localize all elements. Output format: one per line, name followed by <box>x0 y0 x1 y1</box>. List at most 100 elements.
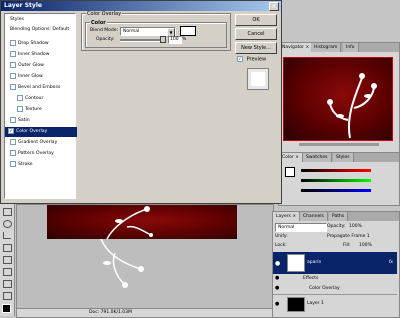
dialog-title-bar[interactable]: Layer Style × <box>1 1 281 11</box>
color-subgroup: Color Blend Mode: Normal ▼ Opacity: 100 … <box>85 20 227 48</box>
doc-size-text: Doc: 791.0K/1.03M <box>89 310 132 315</box>
checkbox[interactable] <box>17 94 23 101</box>
checkbox[interactable] <box>10 61 16 68</box>
eraser-tool-icon[interactable] <box>3 268 12 276</box>
fill-label: Fill: <box>343 243 351 248</box>
layer-opacity-label: Opacity: <box>327 224 346 229</box>
sidebar-item-stroke[interactable]: Stroke <box>7 160 76 170</box>
preview-checkbox[interactable]: ✓ Preview <box>237 56 277 64</box>
navigator-zoom-slider[interactable] <box>299 143 379 146</box>
blue-slider[interactable] <box>301 189 371 192</box>
type-tool-icon[interactable] <box>3 280 12 288</box>
section-title: Color Overlay <box>86 11 123 17</box>
checkbox[interactable] <box>10 83 16 90</box>
tab-styles[interactable]: Styles <box>333 153 354 162</box>
opacity-value: 100 <box>170 37 179 42</box>
layer-opacity-value[interactable]: 100% <box>349 224 362 229</box>
checkbox[interactable] <box>10 39 16 46</box>
close-icon[interactable]: × <box>269 2 279 11</box>
layer-row-effects[interactable]: ● Effects <box>273 274 397 284</box>
layer-row-aparin[interactable]: ● aparin fx <box>273 252 397 274</box>
tab-navigator[interactable]: Navigator × <box>279 43 314 52</box>
visibility-eye-icon[interactable]: ● <box>275 285 279 291</box>
sidebar-item-styles[interactable]: Styles <box>7 15 76 25</box>
visibility-eye-icon[interactable]: ● <box>275 301 279 307</box>
red-slider[interactable] <box>301 169 371 172</box>
tab-layers[interactable]: Layers × <box>273 212 301 221</box>
layer-row-layer1[interactable]: ● Layer 1 <box>273 294 397 313</box>
styles-sidebar: Styles Blending Options: Default Drop Sh… <box>4 13 77 199</box>
color-panel: Color × Swatches Styles <box>278 152 400 206</box>
green-slider[interactable] <box>301 179 371 182</box>
opacity-unit: % <box>182 37 187 42</box>
opacity-slider-thumb[interactable] <box>160 36 166 43</box>
new-style-button[interactable]: New Style... <box>235 42 277 54</box>
cancel-button[interactable]: Cancel <box>235 28 277 40</box>
foreground-color-icon[interactable] <box>2 304 11 313</box>
sidebar-item-texture[interactable]: Texture <box>7 105 83 115</box>
navigator-panel: Navigator × Histogram Info <box>278 42 400 154</box>
tab-color[interactable]: Color × <box>279 153 303 162</box>
move-tool-icon[interactable] <box>3 208 12 216</box>
hand-tool-icon[interactable] <box>3 292 12 300</box>
sidebar-item-color-overlay[interactable]: ✓ Color Overlay <box>5 127 77 137</box>
checkbox[interactable] <box>10 50 16 57</box>
checkbox-checked[interactable]: ✓ <box>8 127 14 134</box>
checkbox[interactable] <box>10 149 16 156</box>
tab-channels[interactable]: Channels <box>300 212 328 221</box>
document-canvas[interactable] <box>47 205 237 240</box>
sidebar-item-inner-shadow[interactable]: Inner Shadow <box>7 50 76 60</box>
color-overlay-group: Color Overlay Color Blend Mode: Normal ▼… <box>81 11 231 51</box>
propagate-label[interactable]: Propagate Frame 1 <box>327 234 370 239</box>
tab-swatches[interactable]: Swatches <box>303 153 332 162</box>
blend-mode-label: Blend Mode: <box>90 28 119 33</box>
crop-tool-icon[interactable] <box>3 232 11 239</box>
sidebar-item-satin[interactable]: Satin <box>7 116 76 126</box>
preview-label: Preview <box>246 56 267 63</box>
navigator-tabs: Navigator × Histogram Info <box>279 43 399 52</box>
layer-row-color-overlay[interactable]: ● Color Overlay <box>273 284 397 294</box>
blend-mode-value: Normal <box>123 29 140 34</box>
opacity-slider[interactable] <box>120 36 166 43</box>
lock-label: Lock: <box>275 243 287 248</box>
checkbox[interactable] <box>10 116 16 123</box>
layer-name: Layer 1 <box>307 301 324 306</box>
layers-tabs: Layers × Channels Paths <box>273 212 399 221</box>
tab-info[interactable]: Info <box>343 43 359 52</box>
layer-blend-select[interactable]: Normal <box>275 223 327 232</box>
layer-thumbnail <box>287 254 305 272</box>
visibility-eye-icon[interactable]: ● <box>275 260 280 267</box>
tab-histogram[interactable]: Histogram <box>311 43 342 52</box>
color-overlay-effect-label: Color Overlay <box>309 286 340 291</box>
sidebar-item-gradient-overlay[interactable]: Gradient Overlay <box>7 138 76 148</box>
checkbox[interactable] <box>10 160 16 167</box>
document-window: Doc: 791.0K/1.03M <box>16 204 274 318</box>
layer-thumbnail <box>287 297 305 312</box>
sidebar-item-outer-glow[interactable]: Outer Glow <box>7 61 76 71</box>
sidebar-item-inner-glow[interactable]: Inner Glow <box>7 72 76 82</box>
fill-value[interactable]: 100% <box>359 243 372 248</box>
overlay-color-swatch[interactable] <box>180 26 196 36</box>
stamp-tool-icon[interactable] <box>3 256 12 264</box>
sidebar-item-drop-shadow[interactable]: Drop Shadow <box>7 39 76 49</box>
layer-name: aparin <box>307 260 322 265</box>
sidebar-item-blending-options[interactable]: Blending Options: Default <box>7 25 76 35</box>
visibility-eye-icon[interactable]: ● <box>275 275 279 281</box>
sidebar-item-bevel-emboss[interactable]: Bevel and Emboss <box>7 83 76 93</box>
checkbox[interactable] <box>10 138 16 145</box>
checkbox[interactable] <box>10 72 16 79</box>
fx-icon: fx <box>388 260 393 265</box>
tab-paths[interactable]: Paths <box>329 212 349 221</box>
sidebar-item-pattern-overlay[interactable]: Pattern Overlay <box>7 149 76 159</box>
floral-ornament-icon <box>327 73 377 139</box>
sidebar-item-contour[interactable]: Contour <box>7 94 83 104</box>
checkbox[interactable] <box>17 105 23 112</box>
brush-tool-icon[interactable] <box>3 244 12 252</box>
lasso-tool-icon[interactable] <box>3 220 12 228</box>
color-swatch-fg[interactable] <box>285 167 295 177</box>
opacity-input[interactable]: 100 <box>168 36 182 44</box>
checkbox-checked[interactable]: ✓ <box>237 56 243 62</box>
blend-mode-select[interactable]: Normal ▼ <box>120 27 176 37</box>
ok-button[interactable]: OK <box>235 14 277 26</box>
tools-panel <box>0 204 15 316</box>
